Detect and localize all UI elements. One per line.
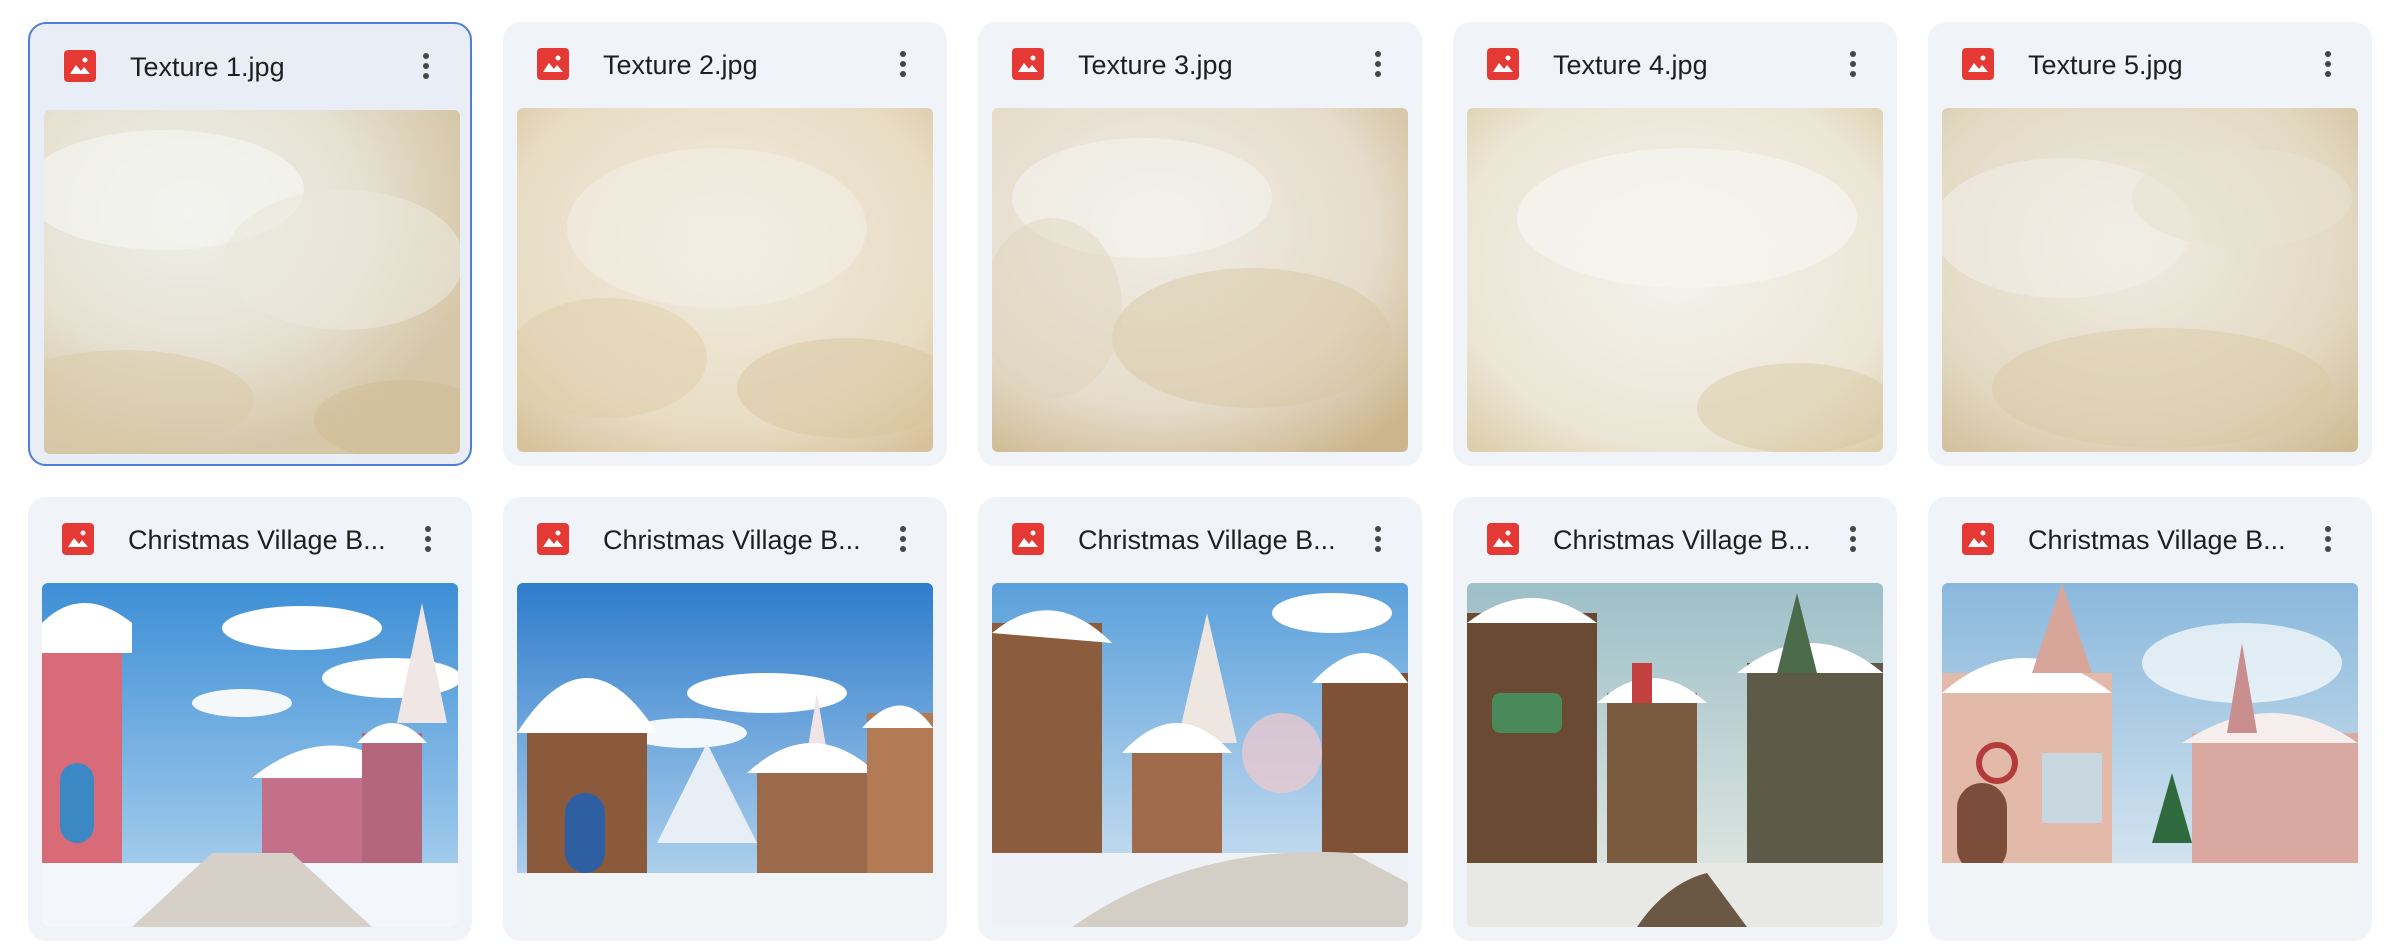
more-vert-icon[interactable] <box>408 519 448 559</box>
image-file-icon <box>1962 523 1994 555</box>
file-grid: Texture 1.jpg Texture 2.jpg Texture 3.jp… <box>0 0 2386 948</box>
file-card[interactable]: Christmas Village B... <box>1453 497 1897 941</box>
file-card-header: Christmas Village B... <box>28 497 472 583</box>
file-name: Texture 5.jpg <box>2028 50 2183 80</box>
more-vert-icon[interactable] <box>1358 519 1398 559</box>
file-card[interactable]: Texture 2.jpg <box>503 22 947 466</box>
more-vert-icon[interactable] <box>2308 519 2348 559</box>
image-thumbnail[interactable] <box>1467 583 1883 927</box>
image-file-icon <box>537 48 569 80</box>
file-name: Christmas Village B... <box>603 525 861 555</box>
image-file-icon <box>1962 48 1994 80</box>
image-thumbnail[interactable] <box>1942 108 2358 452</box>
file-name: Christmas Village B... <box>128 525 386 555</box>
image-thumbnail[interactable] <box>1467 108 1883 452</box>
image-file-icon <box>1012 523 1044 555</box>
file-card-header: Christmas Village B... <box>978 497 1422 583</box>
image-thumbnail[interactable] <box>992 583 1408 927</box>
image-file-icon <box>537 523 569 555</box>
image-thumbnail[interactable] <box>517 583 933 927</box>
file-card-header: Texture 4.jpg <box>1453 22 1897 108</box>
image-file-icon <box>64 50 96 82</box>
more-vert-icon[interactable] <box>883 44 923 84</box>
file-name: Texture 4.jpg <box>1553 50 1708 80</box>
more-vert-icon[interactable] <box>1358 44 1398 84</box>
more-vert-icon[interactable] <box>1833 44 1873 84</box>
file-name: Christmas Village B... <box>1553 525 1811 555</box>
more-vert-icon[interactable] <box>1833 519 1873 559</box>
file-card-header: Texture 1.jpg <box>30 24 470 110</box>
file-card[interactable]: Texture 3.jpg <box>978 22 1422 466</box>
image-thumbnail[interactable] <box>44 110 460 454</box>
file-card[interactable]: Texture 4.jpg <box>1453 22 1897 466</box>
more-vert-icon[interactable] <box>2308 44 2348 84</box>
image-thumbnail[interactable] <box>42 583 458 927</box>
file-name: Christmas Village B... <box>1078 525 1336 555</box>
file-card-header: Texture 2.jpg <box>503 22 947 108</box>
image-thumbnail[interactable] <box>1942 583 2358 927</box>
file-card[interactable]: Texture 5.jpg <box>1928 22 2372 466</box>
image-file-icon <box>1012 48 1044 80</box>
file-card[interactable]: Christmas Village B... <box>978 497 1422 941</box>
file-card[interactable]: Christmas Village B... <box>28 497 472 941</box>
file-name: Texture 1.jpg <box>130 52 285 82</box>
file-card[interactable]: Christmas Village B... <box>503 497 947 941</box>
file-name: Texture 3.jpg <box>1078 50 1233 80</box>
image-thumbnail[interactable] <box>992 108 1408 452</box>
image-file-icon <box>1487 48 1519 80</box>
more-vert-icon[interactable] <box>406 46 446 86</box>
file-card-header: Christmas Village B... <box>503 497 947 583</box>
file-card-header: Texture 5.jpg <box>1928 22 2372 108</box>
file-name: Texture 2.jpg <box>603 50 758 80</box>
file-card-header: Christmas Village B... <box>1928 497 2372 583</box>
image-file-icon <box>62 523 94 555</box>
file-card-header: Christmas Village B... <box>1453 497 1897 583</box>
file-card[interactable]: Christmas Village B... <box>1928 497 2372 941</box>
file-name: Christmas Village B... <box>2028 525 2286 555</box>
more-vert-icon[interactable] <box>883 519 923 559</box>
file-card[interactable]: Texture 1.jpg <box>28 22 472 466</box>
file-card-header: Texture 3.jpg <box>978 22 1422 108</box>
image-file-icon <box>1487 523 1519 555</box>
image-thumbnail[interactable] <box>517 108 933 452</box>
